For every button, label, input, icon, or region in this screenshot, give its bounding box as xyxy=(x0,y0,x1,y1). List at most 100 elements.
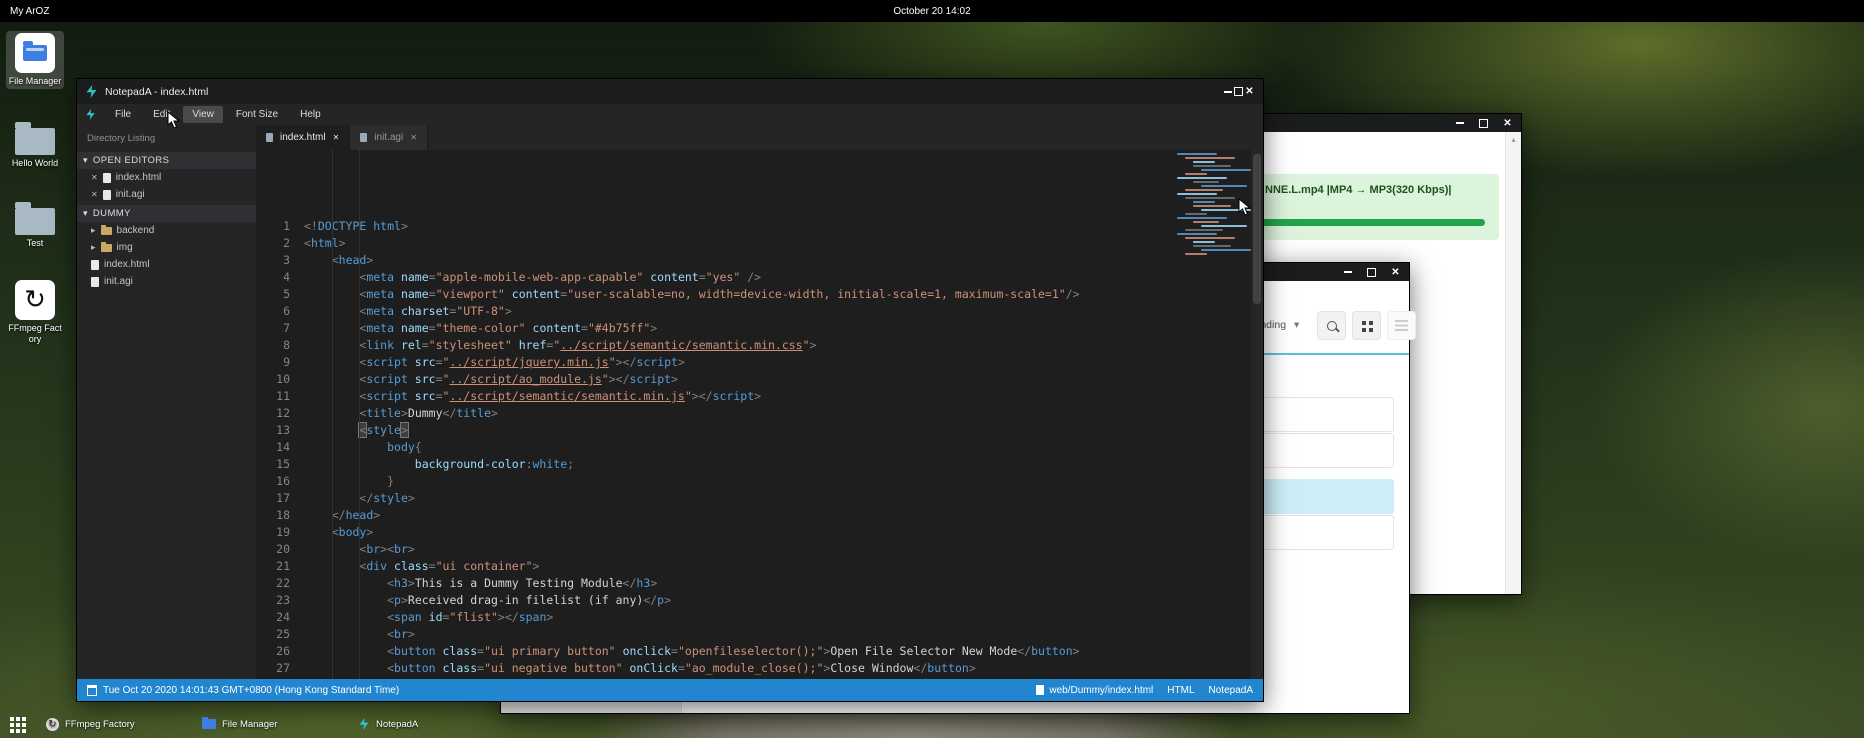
sidebar-section-open-editors[interactable]: OPEN EDITORS xyxy=(77,152,256,169)
sidebar-item-label: init.agi xyxy=(116,189,145,200)
editor-pane[interactable]: index.html init.agi 1<!DOCTYPE html>2<htm… xyxy=(256,125,1263,679)
sidebar-item-img[interactable]: img xyxy=(77,239,256,256)
chevron-down-icon xyxy=(83,208,93,219)
sidebar-item-init-agi[interactable]: init.agi xyxy=(77,273,256,290)
sidebar-item-index-html[interactable]: index.html xyxy=(77,256,256,273)
minimap-line xyxy=(1193,241,1215,243)
line-number: 17 xyxy=(256,490,290,507)
tab-init-agi[interactable]: init.agi xyxy=(350,125,428,150)
sidebar-item-label: init.agi xyxy=(104,276,133,287)
code-text: </style> xyxy=(290,490,415,507)
code-line: 25 <br> xyxy=(256,626,1251,643)
code-line: 16 } xyxy=(256,473,1251,490)
maximize-icon[interactable] xyxy=(1478,118,1489,129)
minimap-line xyxy=(1185,253,1207,255)
notepada-titlebar[interactable]: NotepadA - index.html xyxy=(77,79,1263,104)
close-icon[interactable] xyxy=(333,132,340,143)
minimap-line xyxy=(1201,185,1247,187)
minimap-line xyxy=(1201,225,1247,227)
desktop-icon-file-manager[interactable]: File Manager xyxy=(6,31,64,89)
menu-item-edit[interactable]: Edit xyxy=(144,106,179,123)
minimize-icon[interactable] xyxy=(1342,267,1353,278)
minimap-line xyxy=(1185,237,1235,239)
indent-guide xyxy=(332,150,333,679)
editor-scrollbar[interactable] xyxy=(1251,150,1263,679)
line-number: 26 xyxy=(256,643,290,660)
maximize-icon[interactable] xyxy=(1233,86,1244,97)
system-topbar: My ArOZ October 20 14:02 xyxy=(0,0,1864,22)
minimap-line xyxy=(1185,229,1223,231)
code-line: 19 <body> xyxy=(256,524,1251,541)
minimap[interactable] xyxy=(1177,153,1249,265)
status-app-name: NotepadA xyxy=(1209,685,1253,696)
status-datetime: Tue Oct 20 2020 14:01:43 GMT+0800 (Hong … xyxy=(103,685,399,696)
code-text: <button class="ui primary button" onclic… xyxy=(290,643,1080,660)
code-text: <h3>This is a Dummy Testing Module</h3> xyxy=(290,575,657,592)
code-text: <button class="ui negative button" onCli… xyxy=(290,660,976,677)
file-icon xyxy=(91,277,99,287)
scrollbar-thumb[interactable] xyxy=(1253,154,1261,304)
close-icon[interactable] xyxy=(91,189,98,200)
taskbar-item-ffmpeg-factory[interactable]: ↻FFmpeg Factory xyxy=(46,715,135,733)
code-text: <br> xyxy=(290,626,415,643)
close-icon[interactable] xyxy=(1244,86,1255,97)
close-icon[interactable] xyxy=(1502,118,1513,129)
line-number: 1 xyxy=(256,218,290,235)
desktop-icon-hello-world[interactable]: Hello World xyxy=(6,120,64,169)
sidebar-item-init-agi[interactable]: init.agi xyxy=(77,186,256,203)
minimap-line xyxy=(1201,249,1251,251)
sidebar-item-label: backend xyxy=(117,225,155,236)
list-view-button[interactable] xyxy=(1387,311,1416,340)
minimap-line xyxy=(1193,161,1215,163)
code-line: 13 <style> xyxy=(256,422,1251,439)
notepada-logo-icon xyxy=(85,85,98,98)
menu-item-help[interactable]: Help xyxy=(291,106,330,123)
code-text: <p>Received drag-in filelist (if any)</p… xyxy=(290,592,671,609)
folder-icon xyxy=(101,227,112,235)
line-number: 13 xyxy=(256,422,290,439)
sidebar-item-index-html[interactable]: index.html xyxy=(77,169,256,186)
status-file-path: web/Dummy/index.html xyxy=(1049,685,1153,696)
taskbar-item-notepada[interactable]: NotepadA xyxy=(358,715,418,733)
line-number: 8 xyxy=(256,337,290,354)
minimap-line xyxy=(1201,209,1251,211)
window-title: NotepadA - index.html xyxy=(105,86,1222,98)
file-icon xyxy=(266,133,273,142)
menu-item-font-size[interactable]: Font Size xyxy=(227,106,287,123)
menu-item-view[interactable]: View xyxy=(183,106,223,123)
code-text: </head> xyxy=(290,507,380,524)
ffmpeg-scrollbar[interactable] xyxy=(1505,132,1521,594)
sidebar-item-backend[interactable]: backend xyxy=(77,222,256,239)
app-grid-icon[interactable] xyxy=(9,716,25,732)
desktop-icon-ffmpeg-factory[interactable]: ↻FFmpeg Factory xyxy=(6,280,64,345)
taskbar-item-file-manager[interactable]: File Manager xyxy=(202,715,277,733)
code-line: 26 <button class="ui primary button" onc… xyxy=(256,643,1251,660)
taskbar-item-label: NotepadA xyxy=(376,719,418,730)
line-number: 21 xyxy=(256,558,290,575)
search-button[interactable] xyxy=(1317,311,1346,340)
close-icon[interactable] xyxy=(1390,267,1401,278)
line-number: 10 xyxy=(256,371,290,388)
code-line: 8 <link rel="stylesheet" href="../script… xyxy=(256,337,1251,354)
chevron-right-icon xyxy=(91,242,96,253)
code-area[interactable]: 1<!DOCTYPE html>2<html>3 <head>4 <meta n… xyxy=(256,150,1251,679)
code-line: 24 <span id="flist"></span> xyxy=(256,609,1251,626)
minimize-icon[interactable] xyxy=(1222,86,1233,97)
notepada-logo-icon xyxy=(85,109,96,120)
minimap-line xyxy=(1193,181,1219,183)
tab-index-html[interactable]: index.html xyxy=(256,125,350,150)
grid-view-button[interactable] xyxy=(1352,311,1381,340)
line-number: 19 xyxy=(256,524,290,541)
close-icon[interactable] xyxy=(91,172,98,183)
minimap-line xyxy=(1193,245,1231,247)
maximize-icon[interactable] xyxy=(1366,267,1377,278)
menu-item-file[interactable]: File xyxy=(106,106,140,123)
desktop-icon-test[interactable]: Test xyxy=(6,200,64,249)
minimize-icon[interactable] xyxy=(1454,118,1465,129)
sidebar-section-dummy[interactable]: DUMMY xyxy=(77,205,256,222)
code-line: 10 <script src="../script/ao_module.js">… xyxy=(256,371,1251,388)
close-icon[interactable] xyxy=(410,132,417,143)
code-line: 7 <meta name="theme-color" content="#4b7… xyxy=(256,320,1251,337)
tab-label: index.html xyxy=(280,132,326,143)
minimap-line xyxy=(1193,201,1215,203)
